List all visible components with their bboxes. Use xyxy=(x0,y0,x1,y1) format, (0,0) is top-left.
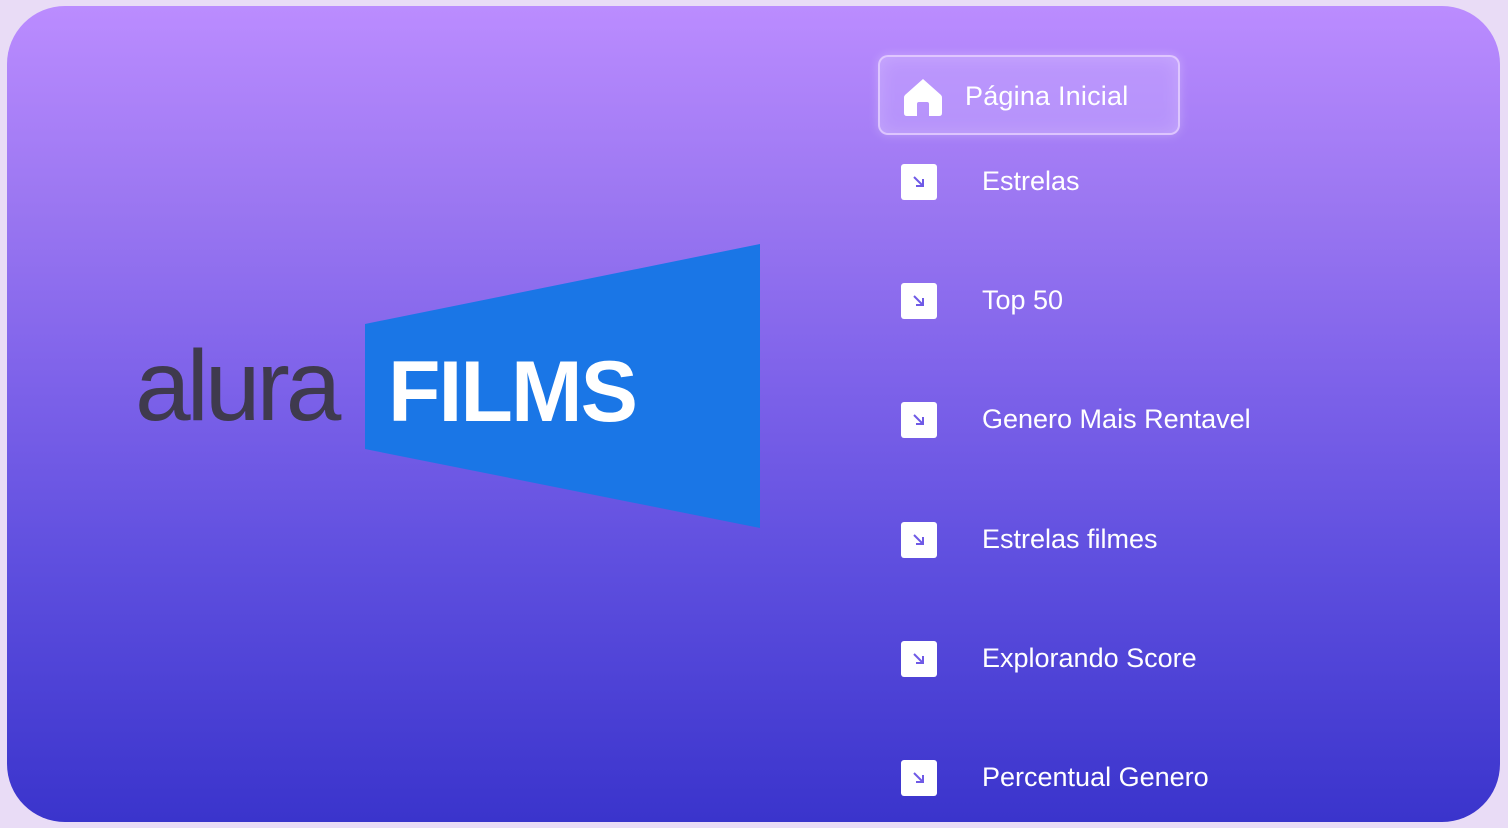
home-icon xyxy=(904,79,942,116)
nav-item-label: Estrelas xyxy=(982,166,1080,196)
arrow-down-right-icon xyxy=(901,641,937,677)
arrow-down-right-icon xyxy=(901,402,937,438)
arrow-down-right-icon xyxy=(901,164,937,200)
nav-item-label: Explorando Score xyxy=(982,643,1197,673)
nav-item-label: Genero Mais Rentavel xyxy=(982,404,1251,434)
nav-item-label: Percentual Genero xyxy=(982,762,1209,792)
nav-item-top-50[interactable]: Top 50 xyxy=(901,283,1321,323)
nav-home-label: Página Inicial xyxy=(965,81,1129,111)
nav-item-percentual-genero[interactable]: Percentual Genero xyxy=(901,760,1321,800)
logo-brand-word: alura xyxy=(135,330,342,442)
nav-item-label: Estrelas filmes xyxy=(982,524,1158,554)
alura-films-logo: alura FILMS xyxy=(133,244,773,534)
nav-item-label: Top 50 xyxy=(982,285,1064,315)
nav-home-button[interactable]: Página Inicial xyxy=(878,55,1180,135)
nav-item-genero-mais-rentavel[interactable]: Genero Mais Rentavel xyxy=(901,402,1321,442)
arrow-down-right-icon xyxy=(901,522,937,558)
arrow-down-right-icon xyxy=(901,760,937,796)
arrow-down-right-icon xyxy=(901,283,937,319)
nav-item-estrelas[interactable]: Estrelas xyxy=(901,164,1321,204)
app-frame: alura FILMS Página Inicial Estrelas Top … xyxy=(7,6,1500,822)
nav-item-estrelas-filmes[interactable]: Estrelas filmes xyxy=(901,522,1321,562)
logo-product-word: FILMS xyxy=(388,344,636,440)
nav-item-explorando-score[interactable]: Explorando Score xyxy=(901,641,1321,681)
